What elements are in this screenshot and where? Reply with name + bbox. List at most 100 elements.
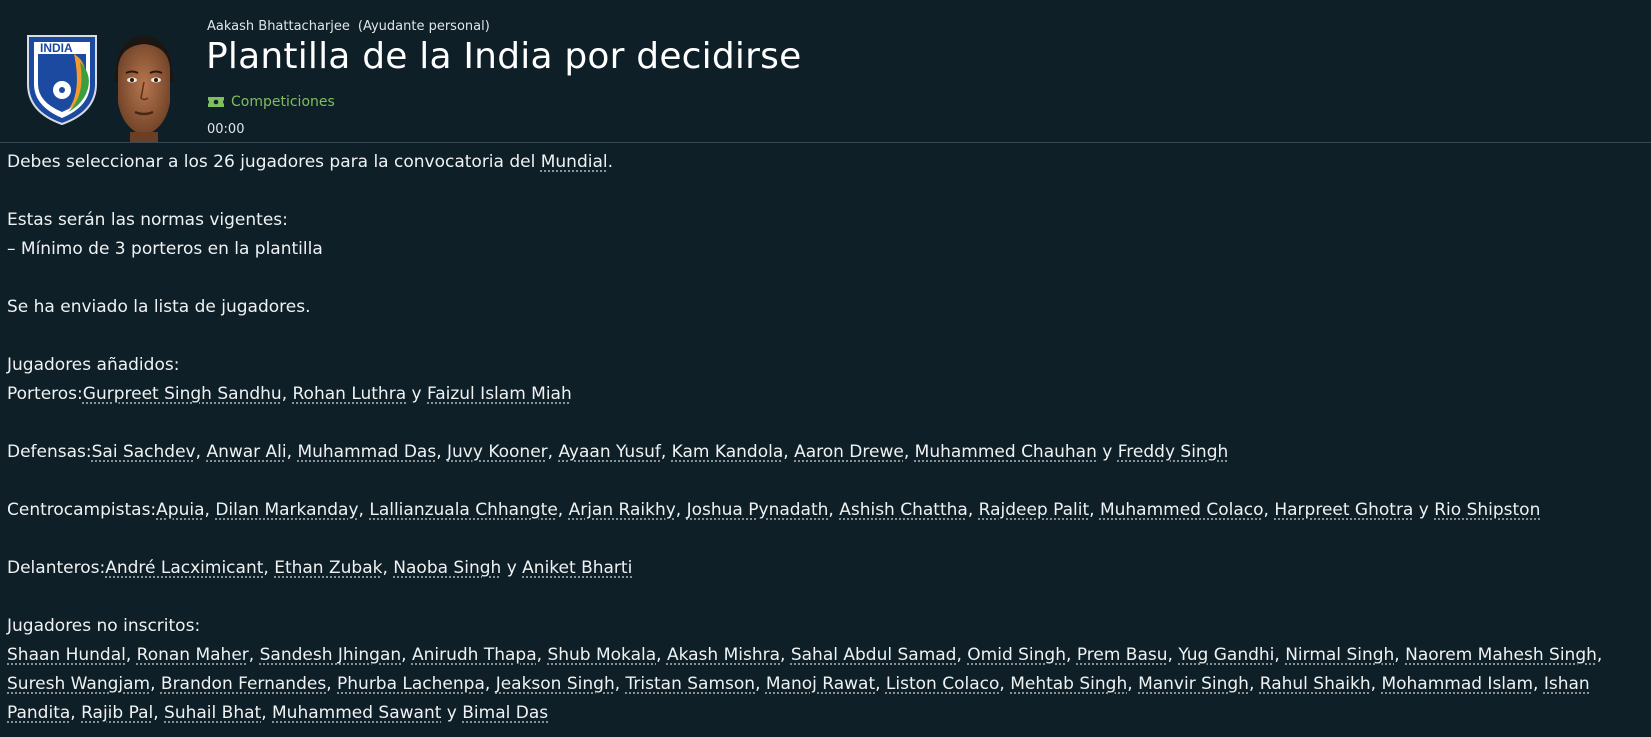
player-link[interactable]: Harpreet Ghotra bbox=[1274, 500, 1413, 520]
list-separator: , bbox=[1089, 500, 1100, 520]
player-link[interactable]: Rajdeep Palit bbox=[979, 500, 1090, 520]
position-group-line: Delanteros:André Lacximicant, Ethan Zuba… bbox=[7, 554, 1637, 583]
list-separator: , bbox=[755, 674, 766, 694]
list-separator: , bbox=[783, 442, 795, 462]
list-separator: , bbox=[1167, 645, 1179, 665]
player-link[interactable]: Omid Singh bbox=[967, 645, 1066, 665]
competitions-tag[interactable]: Competiciones bbox=[207, 94, 335, 110]
list-separator: , bbox=[903, 442, 915, 462]
player-link[interactable]: Akash Mishra bbox=[667, 645, 780, 665]
player-link[interactable]: Phurba Lachenpa bbox=[337, 674, 485, 694]
assistant-portrait[interactable] bbox=[104, 32, 184, 142]
player-link[interactable]: Muhammed Sawant bbox=[272, 703, 441, 723]
list-separator: , bbox=[875, 674, 886, 694]
player-link[interactable]: Muhammed Colaco bbox=[1100, 500, 1264, 520]
player-link[interactable]: Ashish Chattha bbox=[839, 500, 968, 520]
list-separator: , bbox=[1394, 645, 1406, 665]
player-link[interactable]: Rahul Shaikh bbox=[1260, 674, 1371, 694]
crest-lettering: INDIA bbox=[40, 41, 73, 55]
list-separator: y bbox=[501, 558, 523, 578]
player-link[interactable]: Juvy Kooner bbox=[447, 442, 548, 462]
list-separator: , bbox=[125, 645, 137, 665]
player-link[interactable]: Yug Gandhi bbox=[1178, 645, 1274, 665]
position-group-label: Porteros: bbox=[7, 384, 83, 404]
player-link[interactable]: Bimal Das bbox=[462, 703, 548, 723]
player-link[interactable]: Kam Kandola bbox=[672, 442, 784, 462]
list-separator: , bbox=[326, 674, 338, 694]
player-link[interactable]: Muhammad Das bbox=[297, 442, 436, 462]
player-link[interactable]: Mohammad Islam bbox=[1381, 674, 1533, 694]
player-link[interactable]: Manoj Rawat bbox=[766, 674, 875, 694]
player-link[interactable]: Naoba Singh bbox=[393, 558, 501, 578]
player-link[interactable]: Aaron Drewe bbox=[794, 442, 904, 462]
player-link[interactable]: Manvir Singh bbox=[1138, 674, 1249, 694]
list-separator: , bbox=[204, 500, 216, 520]
player-link[interactable]: Anwar Ali bbox=[206, 442, 286, 462]
sender-name[interactable]: Aakash Bhattacharjee bbox=[207, 19, 350, 34]
player-link[interactable]: Ronan Maher bbox=[137, 645, 249, 665]
list-separator: , bbox=[1263, 500, 1275, 520]
player-link[interactable]: Ethan Zubak bbox=[274, 558, 382, 578]
player-link[interactable]: André Lacximicant bbox=[105, 558, 263, 578]
player-link[interactable]: Suresh Wangjam bbox=[7, 674, 150, 694]
player-link[interactable]: Gurpreet Singh Sandhu bbox=[83, 384, 282, 404]
player-link[interactable]: Tristan Samson bbox=[626, 674, 756, 694]
player-link[interactable]: Muhammed Chauhan bbox=[915, 442, 1097, 462]
intro-end: . bbox=[607, 152, 614, 172]
list-separator: , bbox=[484, 674, 496, 694]
position-group-line: Porteros:Gurpreet Singh Sandhu, Rohan Lu… bbox=[7, 380, 1637, 409]
list-separator: , bbox=[1533, 674, 1544, 694]
position-group-line: Centrocampistas:Apuia, Dilan Markanday, … bbox=[7, 496, 1637, 525]
player-link[interactable]: Apuia bbox=[156, 500, 204, 520]
player-link[interactable]: Aniket Bharti bbox=[522, 558, 632, 578]
list-separator: , bbox=[660, 442, 672, 462]
india-crest-logo[interactable]: INDIA bbox=[24, 32, 100, 126]
list-separator: , bbox=[286, 442, 298, 462]
player-link[interactable]: Mehtab Singh bbox=[1010, 674, 1127, 694]
not-registered-title: Jugadores no inscritos: bbox=[7, 616, 201, 636]
player-link[interactable]: Dilan Markanday bbox=[215, 500, 358, 520]
player-link[interactable]: Sandesh Jhingan bbox=[260, 645, 402, 665]
list-separator: , bbox=[195, 442, 207, 462]
list-separator: , bbox=[956, 645, 968, 665]
player-link[interactable]: Faizul Islam Miah bbox=[427, 384, 572, 404]
position-group-label: Centrocampistas: bbox=[7, 500, 157, 520]
list-separator: , bbox=[1596, 645, 1603, 665]
list-separator: y bbox=[441, 703, 463, 723]
player-link[interactable]: Anirudh Thapa bbox=[412, 645, 537, 665]
message-title: Plantilla de la India por decidirse bbox=[206, 36, 802, 77]
player-link[interactable]: Lallianzuala Chhangte bbox=[369, 500, 557, 520]
player-link[interactable]: Sai Sachdev bbox=[92, 442, 196, 462]
player-link[interactable]: Sahal Abdul Samad bbox=[791, 645, 957, 665]
player-link[interactable]: Rajib Pal bbox=[81, 703, 153, 723]
player-link[interactable]: Shaan Hundal bbox=[7, 645, 126, 665]
rule-item: – Mínimo de 3 porteros en la plantilla bbox=[7, 239, 323, 259]
player-link[interactable]: Freddy Singh bbox=[1118, 442, 1229, 462]
mundial-link[interactable]: Mundial bbox=[541, 152, 608, 172]
list-separator: , bbox=[150, 674, 161, 694]
list-separator: y bbox=[406, 384, 427, 404]
list-separator: , bbox=[358, 500, 370, 520]
player-link[interactable]: Rohan Luthra bbox=[293, 384, 407, 404]
ticket-icon bbox=[208, 97, 224, 107]
player-link[interactable]: Ayaan Yusuf bbox=[558, 442, 660, 462]
list-separator: , bbox=[401, 645, 412, 665]
player-link[interactable]: Suhail Bhat bbox=[164, 703, 261, 723]
player-link[interactable]: Jeakson Singh bbox=[496, 674, 615, 694]
sender-role: (Ayudante personal) bbox=[357, 19, 490, 34]
player-link[interactable]: Liston Colaco bbox=[886, 674, 999, 694]
competitions-tag-label: Competiciones bbox=[231, 94, 335, 110]
player-link[interactable]: Rio Shipston bbox=[1434, 500, 1540, 520]
player-link[interactable]: Arjan Raikhy bbox=[569, 500, 676, 520]
position-group-label: Defensas: bbox=[7, 442, 92, 462]
player-link[interactable]: Brandon Fernandes bbox=[161, 674, 326, 694]
player-link[interactable]: Nirmal Singh bbox=[1285, 645, 1394, 665]
position-group-line: Defensas:Sai Sachdev, Anwar Ali, Muhamma… bbox=[7, 438, 1637, 467]
position-groups: Porteros:Gurpreet Singh Sandhu, Rohan Lu… bbox=[7, 380, 1637, 612]
list-separator: , bbox=[263, 558, 275, 578]
player-link[interactable]: Prem Basu bbox=[1077, 645, 1168, 665]
player-link[interactable]: Joshua Pynadath bbox=[687, 500, 829, 520]
player-link[interactable]: Naorem Mahesh Singh bbox=[1405, 645, 1597, 665]
player-link[interactable]: Shub Mokala bbox=[547, 645, 656, 665]
list-separator: , bbox=[1127, 674, 1139, 694]
